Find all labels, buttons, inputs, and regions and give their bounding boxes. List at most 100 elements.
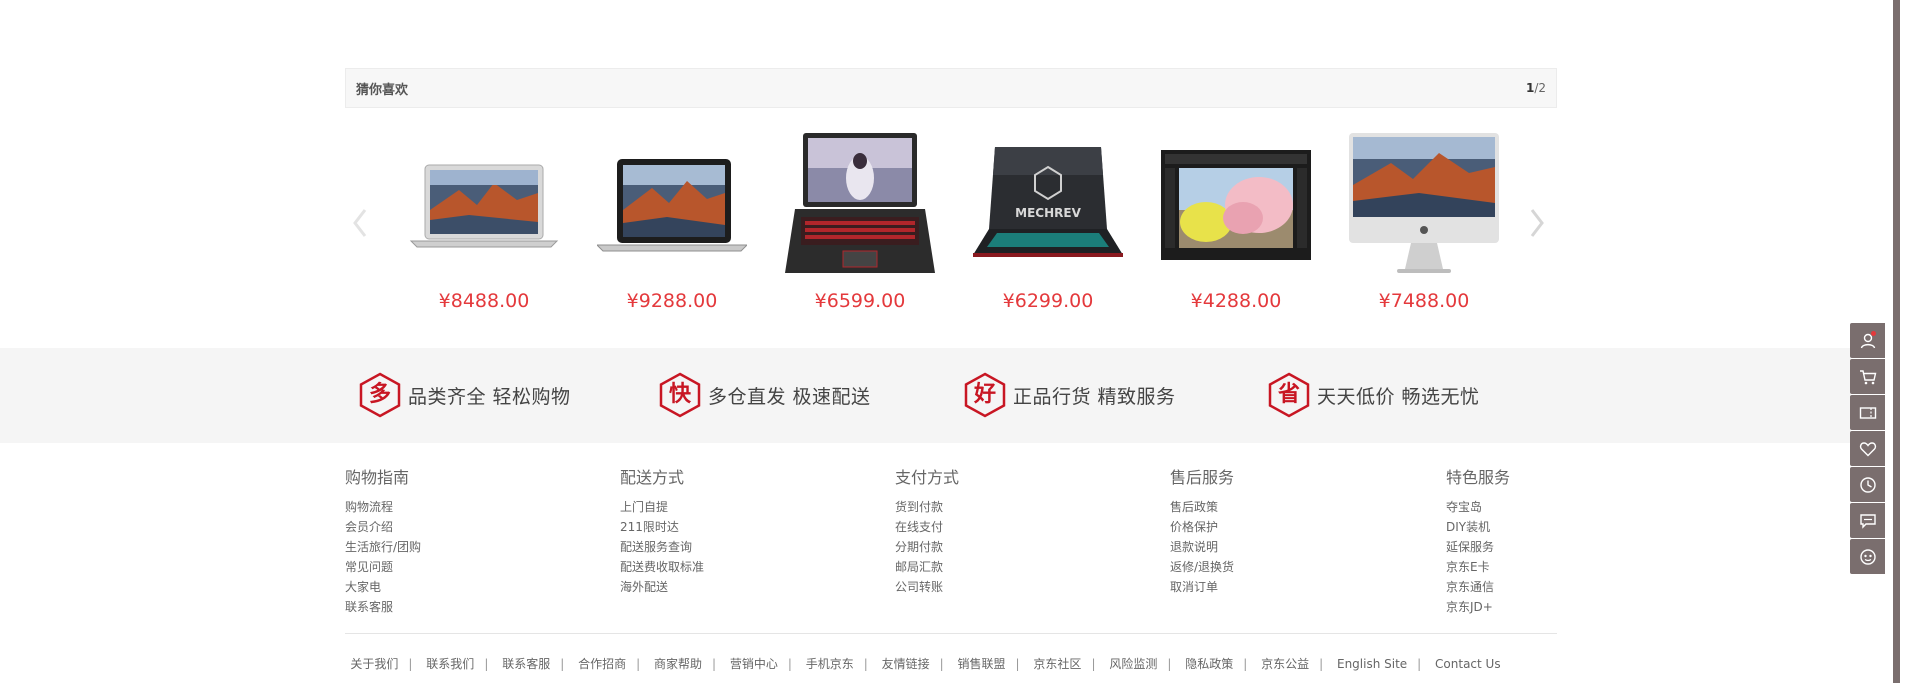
product-card[interactable]: ¥8488.00 bbox=[390, 130, 578, 320]
footer-link[interactable]: 邮局汇款 bbox=[895, 557, 959, 577]
footer-column-title: 配送方式 bbox=[620, 468, 685, 487]
footer-column-title: 购物指南 bbox=[345, 468, 410, 487]
footer-link[interactable]: 货到付款 bbox=[895, 497, 959, 517]
hexagon-badge-icon: 好 bbox=[963, 372, 1007, 418]
toolbar-favorite-button[interactable] bbox=[1850, 431, 1885, 466]
footer-column-special-services: 特色服务 夺宝岛 DIY装机 延保服务 京东E卡 京东通信 京东JD+ bbox=[1446, 464, 1510, 617]
footer-bottom-link[interactable]: 联系我们 bbox=[426, 657, 474, 671]
footer-column-delivery: 配送方式 上门自提 211限时达 配送服务查询 配送费收取标准 海外配送 bbox=[620, 464, 704, 597]
footer-link[interactable]: 价格保护 bbox=[1170, 517, 1234, 537]
service-promise-band: 多 品类齐全 轻松购物 快 多仓直发 极速配送 好 正品行货 精致服务 省 天天… bbox=[0, 348, 1851, 443]
footer-bottom-link[interactable]: 销售联盟 bbox=[958, 657, 1006, 671]
footer-link[interactable]: 延保服务 bbox=[1446, 537, 1510, 557]
footer-bottom-link[interactable]: 联系客服 bbox=[502, 657, 550, 671]
product-carousel: ¥8488.00 ¥9288.00 ¥6599.00 MECHREV ¥6299… bbox=[390, 130, 1530, 320]
imac-desktop-image[interactable] bbox=[1330, 130, 1518, 280]
toolbar-cart-button[interactable] bbox=[1850, 359, 1885, 394]
footer-column-title: 支付方式 bbox=[895, 468, 960, 487]
cart-icon bbox=[1859, 369, 1876, 384]
footer-bottom-link[interactable]: 隐私政策 bbox=[1185, 657, 1233, 671]
favorite-icon bbox=[1859, 441, 1876, 456]
footer-link[interactable]: 211限时达 bbox=[620, 517, 704, 537]
footer-link[interactable]: 取消订单 bbox=[1170, 577, 1234, 597]
product-price[interactable]: ¥7488.00 bbox=[1330, 290, 1518, 312]
toolbar-message-button[interactable] bbox=[1850, 503, 1885, 538]
product-card[interactable]: ¥9288.00 bbox=[578, 130, 766, 320]
service-badge: 好 bbox=[973, 382, 996, 407]
product-card[interactable]: MECHREV ¥6299.00 bbox=[954, 130, 1142, 320]
footer-link[interactable]: 配送服务查询 bbox=[620, 537, 704, 557]
jimi-icon bbox=[1859, 548, 1876, 565]
carousel-prev-button[interactable] bbox=[345, 193, 375, 253]
product-price[interactable]: ¥6299.00 bbox=[954, 290, 1142, 312]
product-price[interactable]: ¥9288.00 bbox=[578, 290, 766, 312]
service-item: 多 品类齐全 轻松购物 bbox=[358, 372, 571, 418]
footer-link[interactable]: 京东E卡 bbox=[1446, 557, 1510, 577]
product-card[interactable]: ¥6599.00 bbox=[766, 130, 954, 320]
macbook-air-laptop-image[interactable] bbox=[390, 130, 578, 280]
message-icon bbox=[1859, 513, 1876, 529]
footer-column-title: 售后服务 bbox=[1170, 468, 1235, 487]
footer-link[interactable]: 返修/退换货 bbox=[1170, 557, 1234, 577]
footer-link[interactable]: 退款说明 bbox=[1170, 537, 1234, 557]
service-badge: 快 bbox=[668, 382, 691, 407]
footer-link[interactable]: 购物流程 bbox=[345, 497, 421, 517]
product-price[interactable]: ¥6599.00 bbox=[766, 290, 954, 312]
footer-bottom-link[interactable]: 商家帮助 bbox=[654, 657, 702, 671]
toolbar-rail bbox=[1893, 0, 1900, 683]
footer-link[interactable]: 在线支付 bbox=[895, 517, 959, 537]
footer-link[interactable]: 联系客服 bbox=[345, 597, 421, 617]
macbook-pro-laptop-image[interactable] bbox=[578, 130, 766, 280]
notification-dot bbox=[1871, 331, 1876, 336]
footer-bottom-links: 关于我们 | 联系我们 | 联系客服 | 合作招商 | 商家帮助 | 营销中心 | 手机京东… bbox=[350, 657, 1501, 671]
footer-column-title: 特色服务 bbox=[1446, 468, 1511, 487]
service-text: 天天低价 畅选无忧 bbox=[1317, 385, 1480, 408]
footer-column-shopping-guide: 购物指南 购物流程 会员介绍 生活旅行/团购 常见问题 大家电 联系客服 bbox=[345, 464, 421, 617]
footer-link[interactable]: 常见问题 bbox=[345, 557, 421, 577]
mechrevo-gaming-laptop-image[interactable]: MECHREV bbox=[954, 130, 1142, 280]
footer-bottom-link[interactable]: Contact Us bbox=[1435, 657, 1501, 671]
footer-bottom-link[interactable]: 友情链接 bbox=[882, 657, 930, 671]
product-price[interactable]: ¥4288.00 bbox=[1142, 290, 1330, 312]
footer-column-payment: 支付方式 货到付款 在线支付 分期付款 邮局汇款 公司转账 bbox=[895, 464, 959, 597]
footer-link[interactable]: DIY装机 bbox=[1446, 517, 1510, 537]
footer-link[interactable]: 生活旅行/团购 bbox=[345, 537, 421, 557]
footer-link[interactable]: 京东JD+ bbox=[1446, 597, 1510, 617]
footer-bottom-link[interactable]: 合作招商 bbox=[578, 657, 626, 671]
footer-bottom-link[interactable]: 手机京东 bbox=[806, 657, 854, 671]
footer-link[interactable]: 售后政策 bbox=[1170, 497, 1234, 517]
toolbar-history-button[interactable] bbox=[1850, 467, 1885, 502]
service-item: 省 天天低价 畅选无忧 bbox=[1267, 372, 1480, 418]
footer-bottom-link[interactable]: 京东社区 bbox=[1033, 657, 1081, 671]
footer-bottom-link[interactable]: 风险监测 bbox=[1109, 657, 1157, 671]
chevron-right-icon bbox=[1530, 209, 1544, 237]
service-badge: 多 bbox=[368, 382, 391, 407]
page-total: /2 bbox=[1534, 81, 1546, 95]
toolbar-user-button[interactable] bbox=[1850, 323, 1885, 358]
service-text: 品类齐全 轻松购物 bbox=[408, 385, 571, 408]
footer-link[interactable]: 上门自提 bbox=[620, 497, 704, 517]
footer-link[interactable]: 配送费收取标准 bbox=[620, 557, 704, 577]
footer-bottom-link[interactable]: 关于我们 bbox=[350, 657, 398, 671]
gaming-laptop-red-image[interactable] bbox=[766, 130, 954, 280]
page-indicator: 1/2 bbox=[1526, 81, 1546, 95]
laptop-cherry-blossom-screen-image[interactable] bbox=[1142, 130, 1330, 280]
service-badge: 省 bbox=[1277, 382, 1300, 407]
footer-link[interactable]: 夺宝岛 bbox=[1446, 497, 1510, 517]
footer-link[interactable]: 大家电 bbox=[345, 577, 421, 597]
footer-link[interactable]: 分期付款 bbox=[895, 537, 959, 557]
footer-bottom-link[interactable]: English Site bbox=[1337, 657, 1407, 671]
right-toolbar bbox=[1850, 323, 1887, 575]
product-price[interactable]: ¥8488.00 bbox=[390, 290, 578, 312]
footer-link[interactable]: 京东通信 bbox=[1446, 577, 1510, 597]
footer-help-columns: 购物指南 购物流程 会员介绍 生活旅行/团购 常见问题 大家电 联系客服 配送方… bbox=[345, 464, 1557, 624]
footer-bottom-link[interactable]: 营销中心 bbox=[730, 657, 778, 671]
footer-link[interactable]: 海外配送 bbox=[620, 577, 704, 597]
product-card[interactable]: ¥4288.00 bbox=[1142, 130, 1330, 320]
footer-bottom-link[interactable]: 京东公益 bbox=[1261, 657, 1309, 671]
toolbar-jimi-button[interactable] bbox=[1850, 539, 1885, 574]
toolbar-coupon-button[interactable] bbox=[1850, 395, 1885, 430]
product-card[interactable]: ¥7488.00 bbox=[1330, 130, 1518, 320]
footer-link[interactable]: 会员介绍 bbox=[345, 517, 421, 537]
footer-link[interactable]: 公司转账 bbox=[895, 577, 959, 597]
